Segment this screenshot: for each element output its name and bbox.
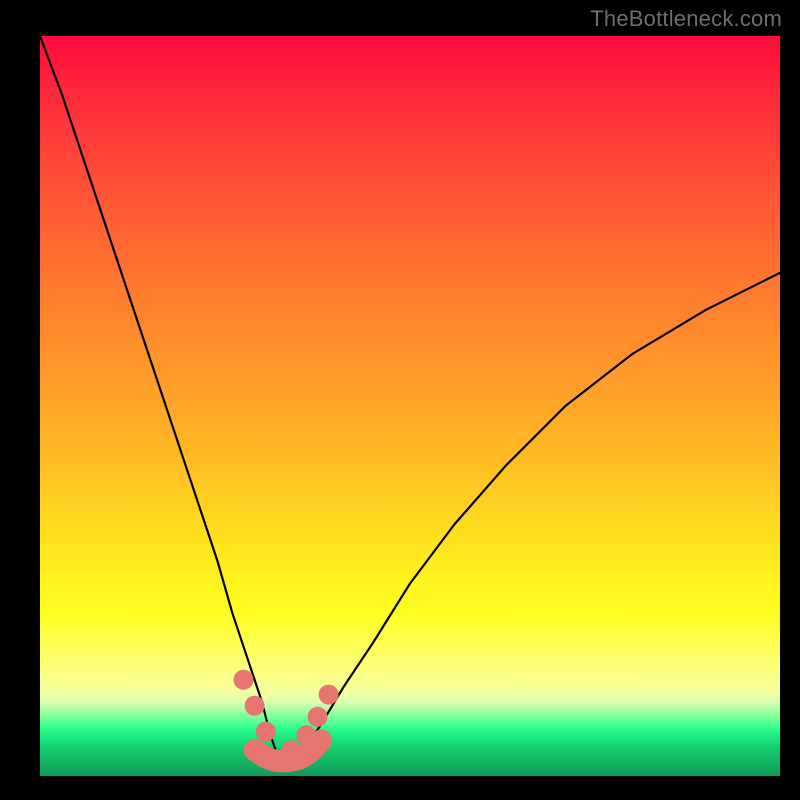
bottleneck-curve	[40, 36, 780, 761]
marker-dot	[282, 740, 302, 760]
marker-dot	[319, 685, 339, 705]
watermark-text: TheBottleneck.com	[590, 6, 782, 32]
marker-dot	[256, 722, 276, 742]
marker-dot	[308, 707, 328, 727]
plot-area	[40, 36, 780, 776]
marker-dot	[234, 670, 254, 690]
marker-dot	[245, 696, 265, 716]
marker-dot	[296, 725, 316, 745]
chart-svg	[40, 36, 780, 776]
chart-frame: TheBottleneck.com	[0, 0, 800, 800]
